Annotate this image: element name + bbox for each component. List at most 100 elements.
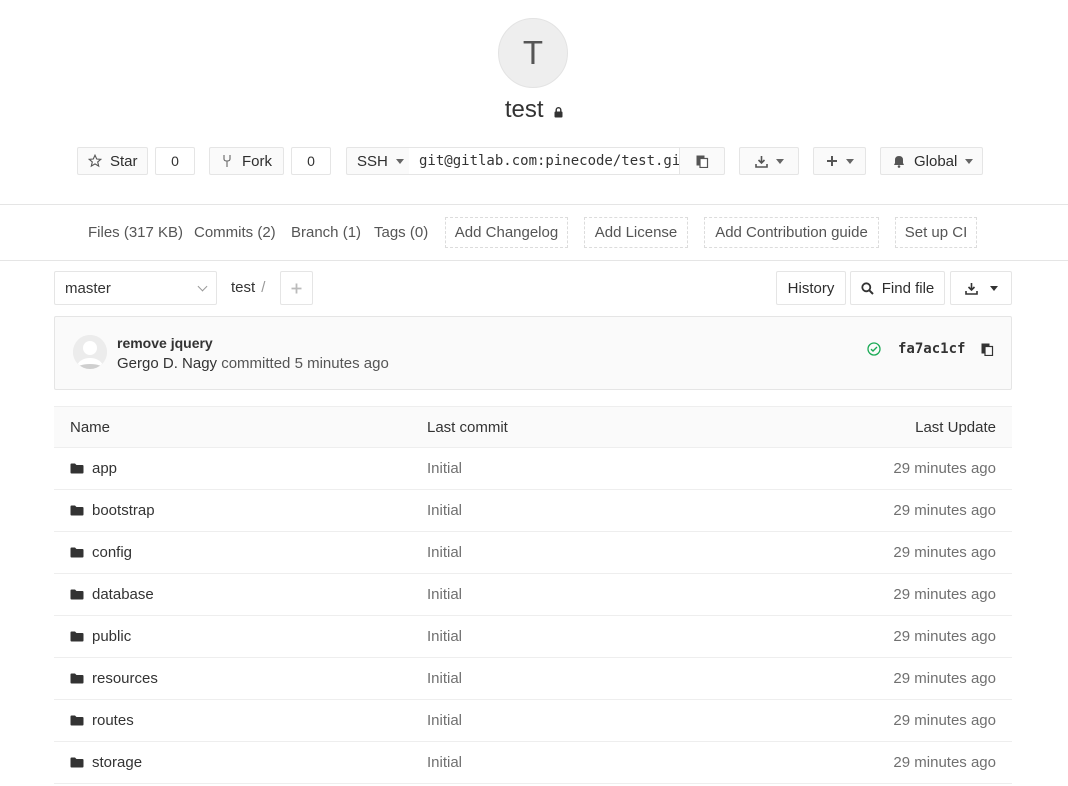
- branch-name: master: [65, 279, 111, 297]
- file-name-cell[interactable]: config: [70, 544, 132, 561]
- folder-icon: [70, 463, 84, 474]
- table-row[interactable]: storage Initial 29 minutes ago: [54, 742, 1012, 784]
- last-update-cell: 29 minutes ago: [893, 460, 996, 477]
- star-label: Star: [110, 152, 138, 170]
- download-dropdown[interactable]: [739, 147, 799, 175]
- fork-icon: [223, 155, 231, 167]
- commit-action: committed: [221, 355, 291, 372]
- project-avatar: T: [498, 18, 568, 88]
- last-update-cell: 29 minutes ago: [893, 544, 996, 561]
- lock-icon: [554, 97, 563, 125]
- star-button[interactable]: Star: [77, 147, 148, 175]
- file-name-cell[interactable]: app: [70, 460, 117, 477]
- commit-author[interactable]: Gergo D. Nagy: [117, 355, 217, 372]
- file-name[interactable]: routes: [92, 712, 134, 729]
- commit-time: 5 minutes ago: [294, 355, 389, 372]
- breadcrumb: test /: [231, 279, 265, 296]
- last-commit-cell[interactable]: Initial: [427, 586, 462, 603]
- folder-icon: [70, 715, 84, 726]
- download-dropdown[interactable]: [950, 271, 1012, 305]
- file-name[interactable]: storage: [92, 754, 142, 771]
- file-name[interactable]: app: [92, 460, 117, 477]
- commit-sha[interactable]: fa7ac1cf: [898, 341, 965, 357]
- notifications-dropdown[interactable]: Global: [880, 147, 983, 175]
- breadcrumb-root[interactable]: test: [231, 279, 255, 296]
- file-name[interactable]: database: [92, 586, 154, 603]
- header-last-commit: Last commit: [427, 419, 508, 436]
- file-name-cell[interactable]: resources: [70, 670, 158, 687]
- chevron-down-icon: [197, 281, 208, 291]
- star-count[interactable]: 0: [155, 147, 195, 175]
- file-name-cell[interactable]: storage: [70, 754, 142, 771]
- last-update-cell: 29 minutes ago: [893, 628, 996, 645]
- divider: [0, 260, 1068, 261]
- commit-title[interactable]: remove jquery: [117, 335, 213, 351]
- last-update-cell: 29 minutes ago: [893, 586, 996, 603]
- last-commit-cell[interactable]: Initial: [427, 460, 462, 477]
- new-item-dropdown[interactable]: [813, 147, 866, 175]
- download-icon: [964, 282, 978, 295]
- find-file-label: Find file: [881, 279, 935, 297]
- check-circle-icon[interactable]: [867, 342, 881, 356]
- add-license-button[interactable]: Add License: [584, 217, 688, 248]
- header-name: Name: [70, 419, 111, 436]
- download-icon: [754, 155, 768, 168]
- commits-stat[interactable]: Commits (2): [194, 224, 276, 241]
- file-name[interactable]: config: [92, 544, 132, 561]
- file-name-cell[interactable]: routes: [70, 712, 134, 729]
- history-button[interactable]: History: [776, 271, 846, 305]
- avatar[interactable]: [73, 335, 107, 369]
- fork-count[interactable]: 0: [291, 147, 331, 175]
- copy-sha-button[interactable]: [980, 342, 994, 360]
- chevron-down-icon: [989, 285, 998, 291]
- find-file-button[interactable]: Find file: [850, 271, 945, 305]
- protocol-dropdown[interactable]: SSH: [346, 147, 410, 175]
- table-row[interactable]: public Initial 29 minutes ago: [54, 616, 1012, 658]
- last-commit-cell[interactable]: Initial: [427, 670, 462, 687]
- folder-icon: [70, 505, 84, 516]
- file-name[interactable]: public: [92, 628, 131, 645]
- tags-stat[interactable]: Tags (0): [374, 224, 428, 241]
- folder-icon: [70, 673, 84, 684]
- folder-icon: [70, 757, 84, 768]
- file-table: Name Last commit Last Update app Initial 2…: [54, 406, 1012, 784]
- last-commit-cell[interactable]: Initial: [427, 712, 462, 729]
- last-commit-cell[interactable]: Initial: [427, 628, 462, 645]
- add-contribution-guide-button[interactable]: Add Contribution guide: [704, 217, 879, 248]
- commit-meta: Gergo D. Nagy committed 5 minutes ago: [117, 355, 389, 372]
- file-name-cell[interactable]: public: [70, 628, 131, 645]
- files-stat[interactable]: Files (317 KB): [88, 224, 183, 241]
- setup-ci-button[interactable]: Set up CI: [895, 217, 977, 248]
- table-row[interactable]: config Initial 29 minutes ago: [54, 532, 1012, 574]
- file-name[interactable]: resources: [92, 670, 158, 687]
- table-row[interactable]: resources Initial 29 minutes ago: [54, 658, 1012, 700]
- clipboard-icon: [981, 343, 994, 357]
- clipboard-icon: [696, 155, 709, 168]
- last-update-cell: 29 minutes ago: [893, 712, 996, 729]
- table-row[interactable]: app Initial 29 minutes ago: [54, 448, 1012, 490]
- copy-url-button[interactable]: [679, 147, 725, 175]
- file-name-cell[interactable]: bootstrap: [70, 502, 155, 519]
- fork-button[interactable]: Fork: [209, 147, 284, 175]
- last-commit-cell[interactable]: Initial: [427, 502, 462, 519]
- folder-icon: [70, 547, 84, 558]
- clone-url-input[interactable]: git@gitlab.com:pinecode/test.git: [409, 147, 680, 175]
- file-name[interactable]: bootstrap: [92, 502, 155, 519]
- header-last-update: Last Update: [915, 419, 996, 436]
- fork-label: Fork: [242, 152, 272, 170]
- last-commit-cell[interactable]: Initial: [427, 754, 462, 771]
- file-name-cell[interactable]: database: [70, 586, 154, 603]
- add-changelog-button[interactable]: Add Changelog: [445, 217, 568, 248]
- table-row[interactable]: bootstrap Initial 29 minutes ago: [54, 490, 1012, 532]
- table-header: Name Last commit Last Update: [54, 406, 1012, 448]
- table-row[interactable]: database Initial 29 minutes ago: [54, 574, 1012, 616]
- last-commit-cell[interactable]: Initial: [427, 544, 462, 561]
- branch-stat[interactable]: Branch (1): [291, 224, 361, 241]
- add-file-button[interactable]: [280, 271, 313, 305]
- project-avatar-letter: T: [522, 34, 544, 71]
- project-title: test: [0, 96, 1068, 125]
- branch-select[interactable]: master: [54, 271, 217, 305]
- project-name[interactable]: test: [505, 96, 544, 123]
- folder-icon: [70, 589, 84, 600]
- table-row[interactable]: routes Initial 29 minutes ago: [54, 700, 1012, 742]
